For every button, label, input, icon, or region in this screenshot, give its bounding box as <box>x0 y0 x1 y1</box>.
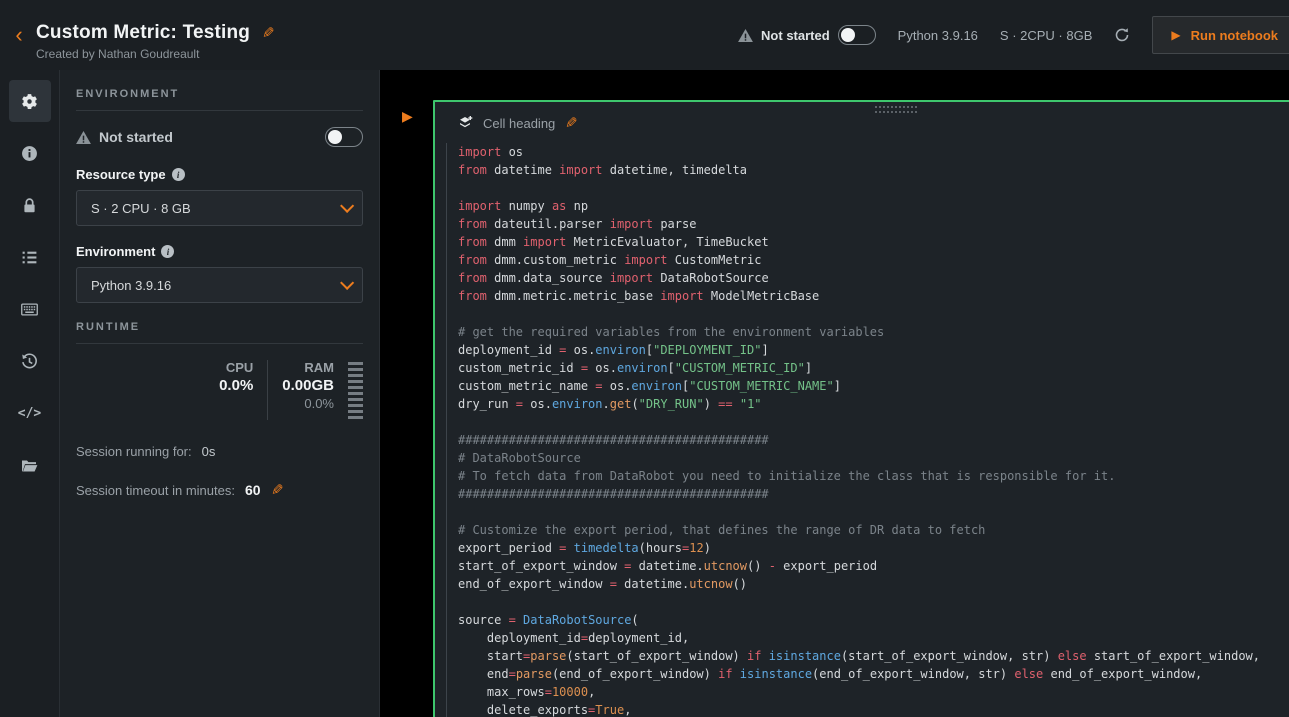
info-icon <box>21 145 38 162</box>
notebook-cell[interactable]: Cell heading ✎ import osfrom datetime im… <box>433 100 1289 717</box>
ram-percent: 0.0% <box>282 396 334 411</box>
sidebar-item-files[interactable] <box>9 444 51 486</box>
session-running-value: 0s <box>202 444 216 459</box>
keyboard-icon <box>21 301 38 318</box>
chevron-down-icon <box>340 276 354 290</box>
info-icon[interactable]: i <box>161 245 174 258</box>
sidebar-item-history[interactable] <box>9 340 51 382</box>
toggle-knob <box>328 130 342 144</box>
sidebar-item-outline[interactable] <box>9 236 51 278</box>
page-title: Custom Metric: Testing <box>36 22 250 44</box>
warning-icon <box>76 131 91 144</box>
status-badge: Not started <box>761 28 830 43</box>
top-header: ‹ Custom Metric: Testing ✎ Created by Na… <box>0 0 1289 70</box>
sidebar-item-shortcuts[interactable] <box>9 288 51 330</box>
resource-value: S · 2CPU · 8GB <box>1000 28 1092 43</box>
run-notebook-button[interactable]: ▶ Run notebook <box>1152 16 1289 54</box>
created-by-text: Created by Nathan Goudreault <box>36 47 275 61</box>
list-icon <box>21 249 38 266</box>
resource-type-select[interactable]: S · 2 CPU · 8 GB <box>76 190 363 226</box>
cell-drag-handle[interactable] <box>875 106 919 113</box>
session-toggle[interactable] <box>325 127 363 147</box>
resource-type-label: Resource type <box>76 167 166 182</box>
runtime-meters: CPU 0.0% RAM 0.00GB 0.0% <box>76 360 363 420</box>
environment-panel: ENVIRONMENT Not started Resource type i … <box>60 70 380 717</box>
session-timeout-value: 60 <box>245 482 261 498</box>
refresh-icon[interactable] <box>1114 27 1130 43</box>
edit-timeout-icon[interactable]: ✎ <box>271 481 284 499</box>
notebook-canvas: ▶ Cell heading ✎ import osfrom datetime … <box>380 70 1289 717</box>
sidebar-item-secrets[interactable] <box>9 184 51 226</box>
cpu-meter: CPU 0.0% <box>219 360 253 394</box>
environment-select[interactable]: Python 3.9.16 <box>76 267 363 303</box>
sidebar-icon-rail: </> <box>0 70 60 717</box>
history-icon <box>21 353 38 370</box>
code-icon: </> <box>18 406 41 421</box>
play-icon: ▶ <box>1171 28 1180 42</box>
chevron-down-icon <box>340 199 354 213</box>
divider <box>267 360 268 420</box>
session-timeout-label: Session timeout in minutes: <box>76 483 235 498</box>
runtime-heading: RUNTIME <box>76 321 363 333</box>
divider <box>76 110 363 111</box>
session-running-label: Session running for: <box>76 444 192 459</box>
warning-icon <box>738 29 753 42</box>
run-cell-button[interactable]: ▶ <box>402 108 413 125</box>
environment-label: Environment <box>76 244 155 259</box>
info-icon[interactable]: i <box>172 168 185 181</box>
cell-heading-text: Cell heading <box>483 116 555 131</box>
sidebar-item-settings[interactable] <box>9 80 51 122</box>
ram-value: 0.00GB <box>282 377 334 394</box>
divider <box>76 343 363 344</box>
cell-heading-icon <box>457 115 473 131</box>
session-toggle[interactable] <box>838 25 876 45</box>
code-editor[interactable]: import osfrom datetime import datetime, … <box>458 143 1289 717</box>
ram-usage-bar <box>348 362 363 420</box>
status-badge: Not started <box>99 129 173 145</box>
lock-icon <box>21 197 38 214</box>
folder-icon <box>21 457 38 474</box>
back-icon[interactable]: ‹ <box>10 24 28 46</box>
sidebar-item-info[interactable] <box>9 132 51 174</box>
sidebar-item-code-snippets[interactable]: </> <box>9 392 51 434</box>
gear-icon <box>21 93 38 110</box>
edit-cell-heading-icon[interactable]: ✎ <box>565 114 578 132</box>
ram-meter-values: RAM 0.00GB 0.0% <box>282 360 334 411</box>
environment-value: Python 3.9.16 <box>898 28 978 43</box>
edit-title-icon[interactable]: ✎ <box>262 24 275 42</box>
cpu-value: 0.0% <box>219 377 253 394</box>
toggle-knob <box>841 28 855 42</box>
environment-heading: ENVIRONMENT <box>76 88 363 100</box>
